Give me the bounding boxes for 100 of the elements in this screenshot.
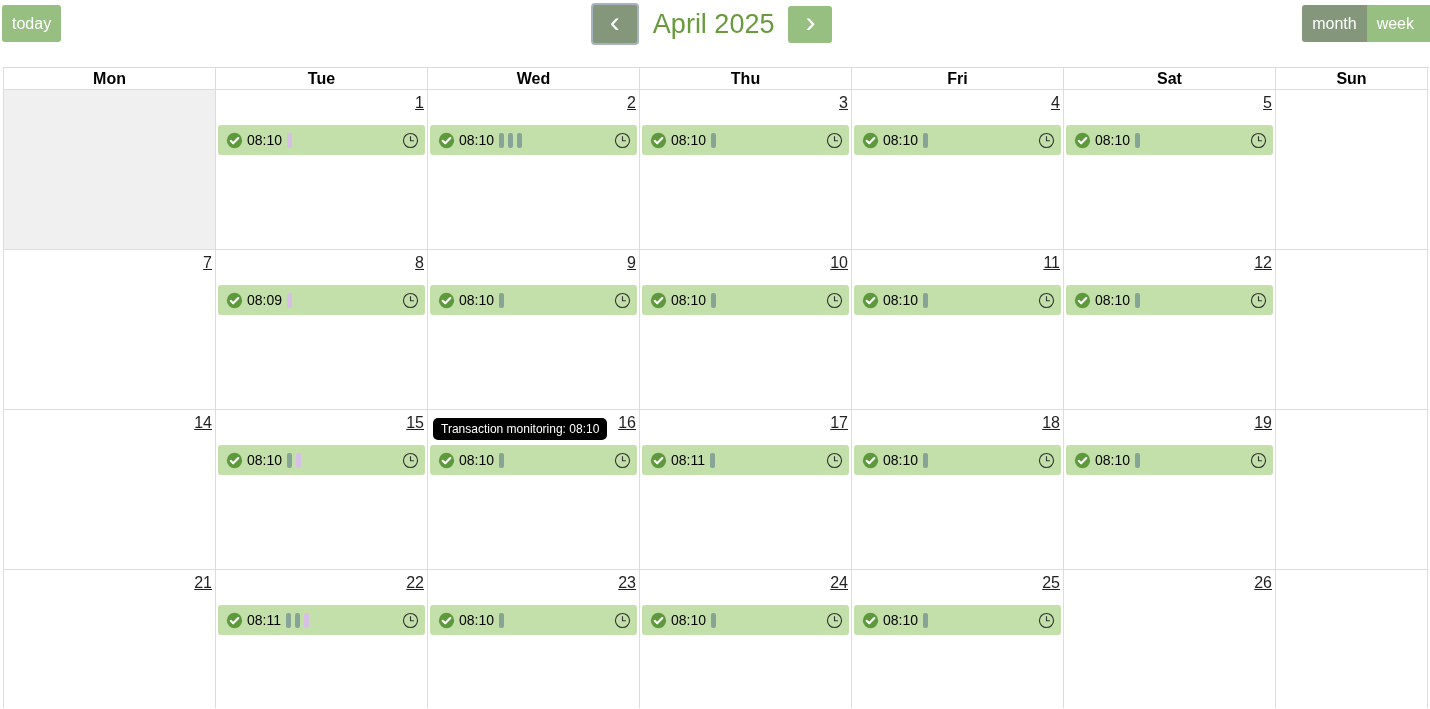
day-number-link[interactable]: 23 <box>618 574 636 592</box>
clock-icon <box>402 611 419 629</box>
event-bar[interactable]: 08:10 <box>642 125 849 155</box>
event-time: 08:10 <box>1095 132 1131 148</box>
weekday-header: Wed <box>428 68 640 90</box>
day-number-link[interactable]: 7 <box>203 254 212 272</box>
event-time: 08:10 <box>247 132 283 148</box>
clock-icon <box>402 131 419 149</box>
event-time: 08:10 <box>1095 292 1131 308</box>
check-circle-icon <box>1074 451 1091 469</box>
day-number-link[interactable]: 15 <box>406 414 424 432</box>
event-bar[interactable]: 08:10 <box>218 445 425 475</box>
check-circle-icon <box>1074 131 1091 149</box>
weekday-header: Sat <box>1064 68 1276 90</box>
day-number-link[interactable]: 21 <box>194 574 212 592</box>
event-bar[interactable]: 08:10 <box>430 605 637 635</box>
check-circle-icon <box>438 451 455 469</box>
event-bar[interactable]: 08:09 <box>218 285 425 315</box>
clock-icon <box>1250 291 1267 309</box>
clock-icon <box>614 291 631 309</box>
clock-icon <box>402 451 419 469</box>
day-number-link[interactable]: 5 <box>1263 94 1272 112</box>
clock-icon <box>614 611 631 629</box>
day-number-link[interactable]: 12 <box>1254 254 1272 272</box>
event-bar[interactable]: 08:10 <box>642 605 849 635</box>
weekday-header: Fri <box>852 68 1064 90</box>
clock-icon <box>1250 451 1267 469</box>
weekday-header: Sun <box>1276 68 1428 90</box>
clock-icon <box>826 611 843 629</box>
day-number-link[interactable]: 3 <box>839 94 848 112</box>
event-time: 08:11 <box>671 452 705 468</box>
check-circle-icon <box>650 451 667 469</box>
day-number-link[interactable]: 11 <box>1043 254 1060 272</box>
check-circle-icon <box>226 131 243 149</box>
day-number-link[interactable]: 17 <box>830 414 848 432</box>
day-number-link[interactable]: 19 <box>1254 414 1272 432</box>
event-bar[interactable]: 08:10 <box>430 445 637 475</box>
day-number-link[interactable]: 9 <box>627 254 636 272</box>
clock-icon <box>1038 291 1055 309</box>
clock-icon <box>614 131 631 149</box>
event-time: 08:10 <box>459 612 495 628</box>
event-time: 08:10 <box>459 292 495 308</box>
clock-icon <box>826 291 843 309</box>
day-number-link[interactable]: 26 <box>1254 574 1272 592</box>
clock-icon <box>1038 131 1055 149</box>
event-bar[interactable]: 08:11 <box>218 605 425 635</box>
check-circle-icon <box>226 291 243 309</box>
event-bar[interactable]: 08:10 <box>854 605 1061 635</box>
event-time: 08:10 <box>883 292 919 308</box>
event-time: 08:10 <box>883 612 919 628</box>
event-time: 08:10 <box>883 132 919 148</box>
check-circle-icon <box>226 611 243 629</box>
event-bar[interactable]: 08:10 <box>430 125 637 155</box>
check-circle-icon <box>1074 291 1091 309</box>
day-number-link[interactable]: 22 <box>406 574 424 592</box>
event-bar[interactable]: 08:11 <box>642 445 849 475</box>
event-bar[interactable]: 08:10 <box>642 285 849 315</box>
check-circle-icon <box>862 451 879 469</box>
clock-icon <box>1250 131 1267 149</box>
clock-icon <box>402 291 419 309</box>
tooltip: Transaction monitoring: 08:10 <box>433 418 608 440</box>
event-time: 08:10 <box>1095 452 1131 468</box>
day-number-link[interactable]: 25 <box>1042 574 1060 592</box>
event-time: 08:10 <box>459 452 495 468</box>
month-title: April 2025 <box>652 8 775 40</box>
event-time: 08:10 <box>247 452 283 468</box>
weekday-header: Tue <box>216 68 428 90</box>
event-time: 08:10 <box>671 612 707 628</box>
day-number-link[interactable]: 24 <box>830 574 848 592</box>
check-circle-icon <box>438 291 455 309</box>
check-circle-icon <box>862 131 879 149</box>
event-bar[interactable]: 08:10 <box>854 125 1061 155</box>
event-bar[interactable]: 08:10 <box>218 125 425 155</box>
event-time: 08:10 <box>671 132 707 148</box>
event-bar[interactable]: 08:10 <box>430 285 637 315</box>
day-number-link[interactable]: 16 <box>618 414 636 432</box>
check-circle-icon <box>650 291 667 309</box>
event-time: 08:10 <box>459 132 495 148</box>
day-number-link[interactable]: 2 <box>627 94 636 112</box>
event-time: 08:10 <box>883 452 919 468</box>
day-number-link[interactable]: 4 <box>1051 94 1060 112</box>
day-number-link[interactable]: 18 <box>1042 414 1060 432</box>
check-circle-icon <box>438 131 455 149</box>
clock-icon <box>826 451 843 469</box>
event-bar[interactable]: 08:10 <box>854 285 1061 315</box>
event-time: 08:09 <box>247 292 283 308</box>
check-circle-icon <box>862 291 879 309</box>
check-circle-icon <box>650 611 667 629</box>
day-number-link[interactable]: 14 <box>194 414 212 432</box>
event-bar[interactable]: 08:10 <box>854 445 1061 475</box>
day-number-link[interactable]: 10 <box>830 254 848 272</box>
event-bar[interactable]: 08:10 <box>1066 125 1273 155</box>
check-circle-icon <box>226 451 243 469</box>
day-number-link[interactable]: 1 <box>415 94 424 112</box>
clock-icon <box>1038 451 1055 469</box>
event-bar[interactable]: 08:10 <box>1066 445 1273 475</box>
weekday-header: Thu <box>640 68 852 90</box>
day-number-link[interactable]: 8 <box>415 254 424 272</box>
event-bar[interactable]: 08:10 <box>1066 285 1273 315</box>
clock-icon <box>826 131 843 149</box>
